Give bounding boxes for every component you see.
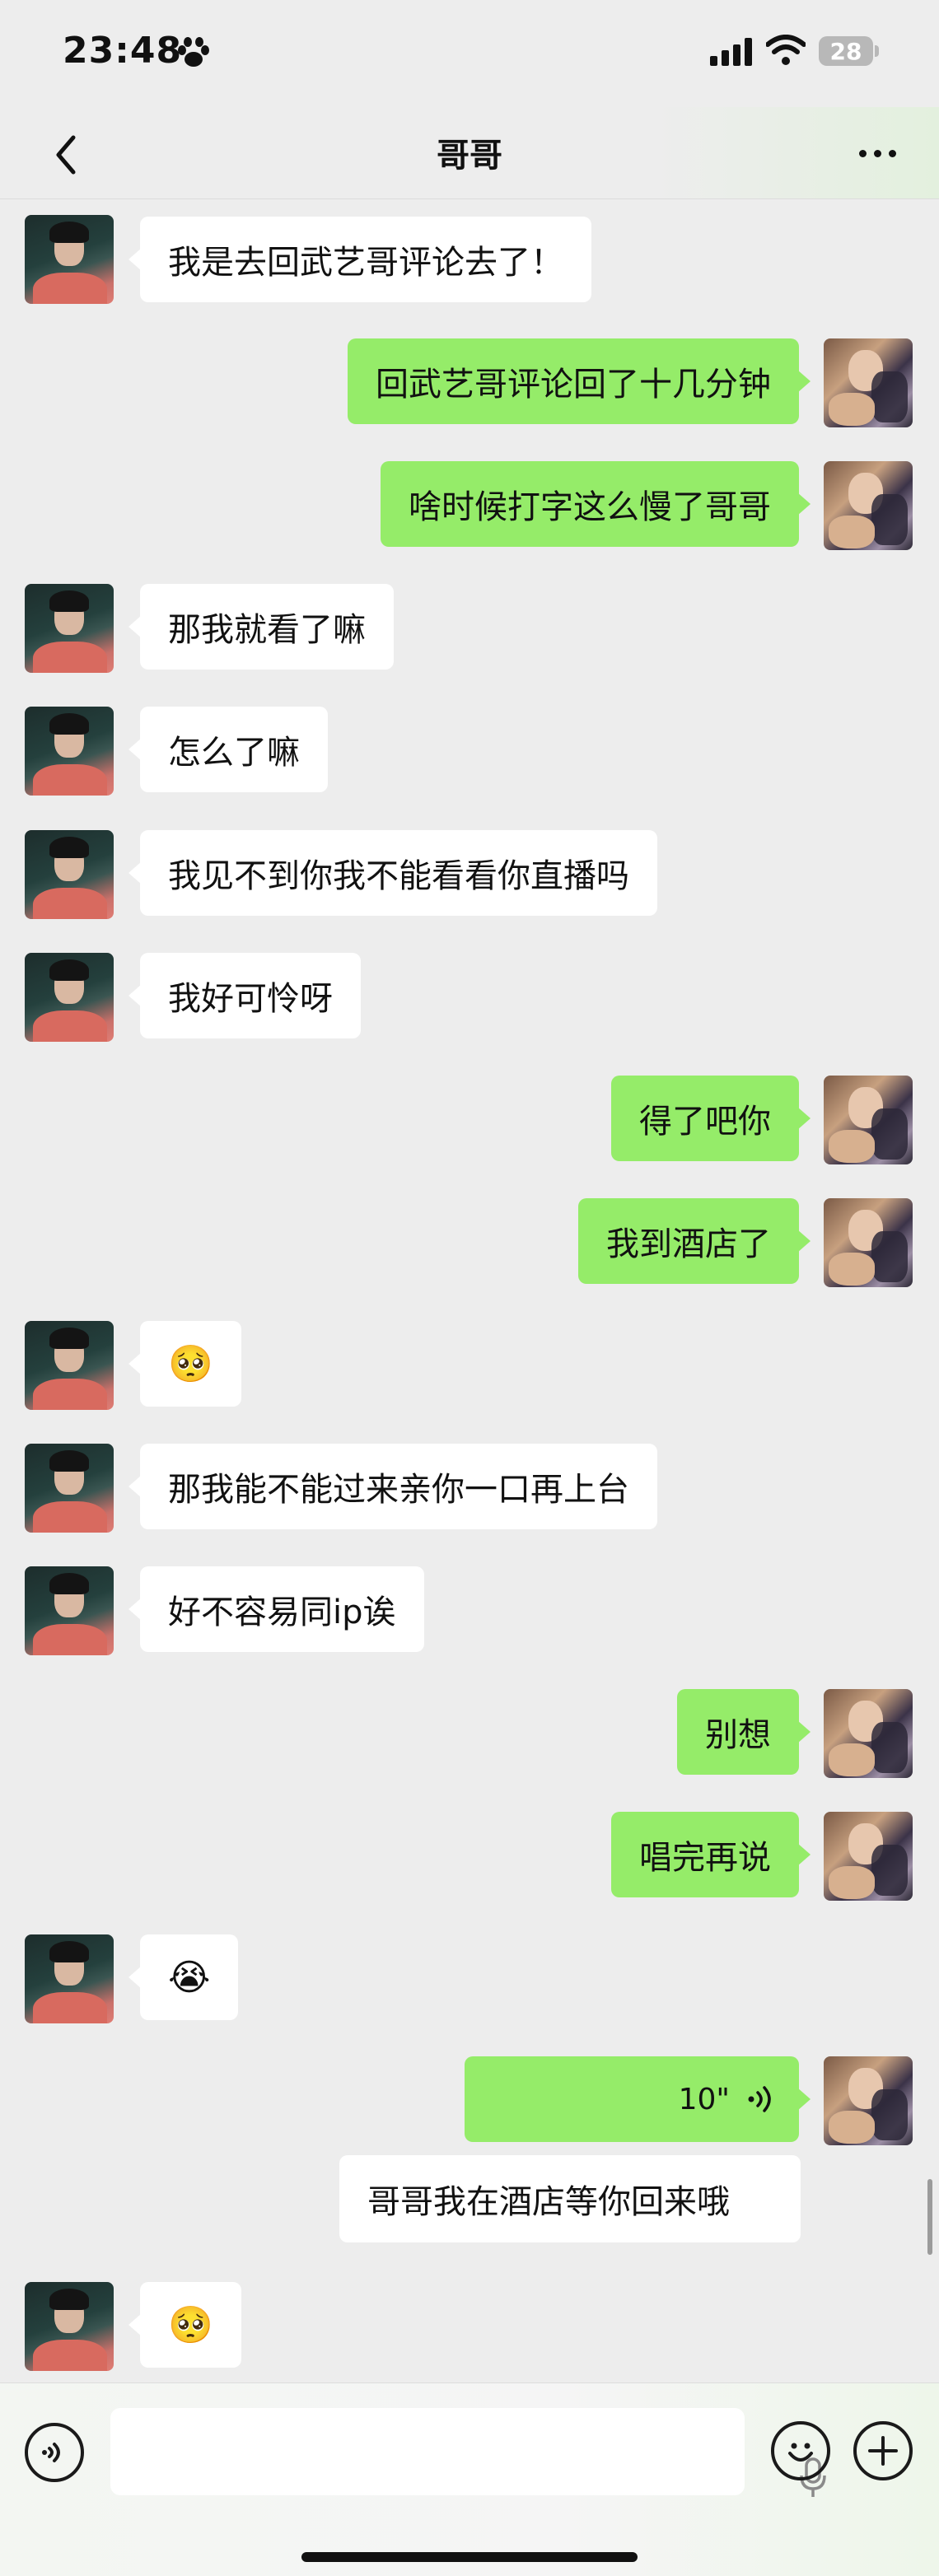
my-avatar[interactable]: [824, 461, 913, 550]
paw-icon: [178, 37, 209, 67]
contact-avatar[interactable]: [25, 830, 114, 919]
home-indicator[interactable]: [301, 2552, 638, 2562]
message-bubble[interactable]: 得了吧你: [611, 1076, 811, 1161]
my-avatar[interactable]: [824, 1198, 913, 1287]
scrollbar[interactable]: [927, 2179, 932, 2255]
voice-message-bubble[interactable]: 10": [465, 2056, 811, 2142]
chat-area[interactable]: 我是去回武艺哥评论去了！ 回武艺哥评论回了十几分钟 啥时候打字这么慢了哥哥 那我…: [0, 200, 939, 2382]
message-bubble[interactable]: 唱完再说: [611, 1812, 811, 1897]
nav-bar: 哥哥: [0, 107, 939, 199]
message-bubble[interactable]: 别想: [677, 1689, 811, 1775]
voice-wave-icon: [748, 2086, 771, 2112]
message-bubble[interactable]: 好不容易同ip诶: [128, 1566, 424, 1652]
status-bar: 23:48 28: [0, 0, 939, 107]
more-icon-dot: [888, 149, 896, 157]
voice-mode-icon: [42, 2443, 60, 2462]
message-bubble[interactable]: 我见不到你我不能看看你直播吗: [128, 830, 657, 916]
wifi-icon: [766, 35, 806, 65]
my-avatar[interactable]: [824, 338, 913, 427]
message-bubble[interactable]: 我是去回武艺哥评论去了！: [128, 217, 591, 302]
voice-mode-button[interactable]: [25, 2423, 84, 2482]
my-avatar[interactable]: [824, 1076, 913, 1164]
message-bubble[interactable]: 啥时候打字这么慢了哥哥: [381, 461, 811, 547]
my-avatar[interactable]: [824, 2056, 913, 2145]
message-bubble[interactable]: 那我就看了嘛: [128, 584, 394, 670]
my-avatar[interactable]: [824, 1689, 913, 1778]
emoji-icon: [788, 2443, 813, 2462]
message-bubble[interactable]: 我好可怜呀: [128, 953, 361, 1038]
battery-cap: [875, 45, 879, 57]
more-icon-dot: [873, 149, 881, 157]
battery-icon: 28: [819, 36, 873, 66]
message-bubble[interactable]: 怎么了嘛: [128, 707, 328, 792]
status-time: 23:48: [63, 30, 183, 72]
emoji-message-bubble[interactable]: 🥺: [128, 1321, 241, 1407]
message-bubble[interactable]: 回武艺哥评论回了十几分钟: [348, 338, 811, 424]
signal-icon: [710, 38, 752, 66]
more-icon: [858, 149, 867, 157]
contact-avatar[interactable]: [25, 2282, 114, 2371]
voice-transcript: 哥哥我在酒店等你回来哦: [339, 2155, 801, 2242]
voice-duration: 10": [678, 2082, 730, 2116]
plus-icon: [868, 2436, 898, 2466]
contact-avatar[interactable]: [25, 1934, 114, 2023]
contact-avatar[interactable]: [25, 953, 114, 1042]
chat-title: 哥哥: [437, 137, 502, 175]
contact-avatar[interactable]: [25, 1566, 114, 1655]
message-input[interactable]: [110, 2408, 826, 2497]
contact-avatar[interactable]: [25, 1444, 114, 1533]
contact-avatar[interactable]: [25, 707, 114, 796]
my-avatar[interactable]: [824, 1812, 913, 1901]
contact-avatar[interactable]: [25, 584, 114, 673]
message-bubble[interactable]: 我到酒店了: [578, 1198, 811, 1284]
emoji-message-bubble[interactable]: 😭: [128, 1934, 239, 2020]
message-bubble[interactable]: 那我能不能过来亲你一口再上台: [128, 1444, 657, 1529]
contact-avatar[interactable]: [25, 1321, 114, 1410]
more-button[interactable]: [848, 130, 906, 176]
contact-avatar[interactable]: [25, 215, 114, 304]
input-bar: [0, 2382, 939, 2576]
plus-button[interactable]: [853, 2421, 913, 2480]
emoji-button[interactable]: [771, 2421, 830, 2480]
emoji-message-bubble[interactable]: 🥺: [128, 2282, 241, 2368]
